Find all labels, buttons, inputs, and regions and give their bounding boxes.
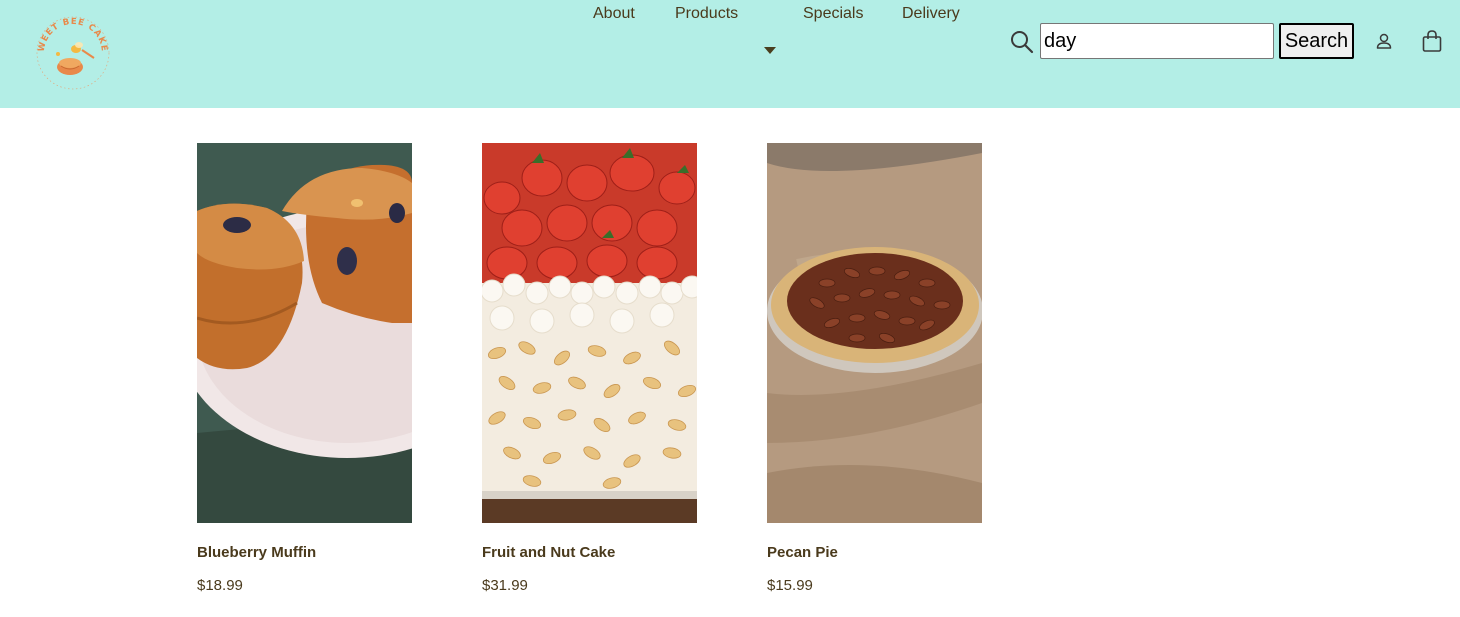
product-image-blueberry-muffin[interactable] — [197, 143, 412, 523]
product-name[interactable]: Pecan Pie — [767, 543, 982, 563]
product-price: $18.99 — [197, 577, 243, 594]
product-name[interactable]: Fruit and Nut Cake — [482, 543, 697, 563]
search-button[interactable]: Search — [1279, 23, 1354, 59]
nav-delivery[interactable]: Delivery — [902, 0, 960, 28]
product-card[interactable]: Blueberry Muffin $18.99 — [197, 143, 412, 596]
nav-specials[interactable]: Specials — [803, 0, 863, 28]
product-name[interactable]: Blueberry Muffin — [197, 543, 412, 563]
product-image-fruit-and-nut-cake[interactable] — [482, 143, 697, 523]
bee-cake-logo-icon: SWEET BEE CAKES — [30, 7, 110, 90]
chevron-down-icon[interactable] — [764, 47, 776, 54]
site-header: SWEET BEE CAKES About Products Specials … — [0, 0, 1460, 108]
shopping-bag-icon[interactable] — [1421, 29, 1443, 53]
nav-products[interactable]: Products — [675, 0, 738, 28]
product-card[interactable]: Pecan Pie $15.99 — [767, 143, 982, 596]
search-icon[interactable] — [1009, 29, 1035, 55]
svg-text:SWEET BEE CAKES: SWEET BEE CAKES — [34, 14, 109, 53]
product-image-pecan-pie[interactable] — [767, 143, 982, 523]
brand-logo[interactable]: SWEET BEE CAKES — [30, 7, 112, 92]
search-input[interactable] — [1040, 23, 1274, 59]
product-price: $31.99 — [482, 577, 528, 594]
product-card[interactable]: Fruit and Nut Cake $31.99 — [482, 143, 697, 596]
product-price: $15.99 — [767, 577, 813, 594]
nav-about[interactable]: About — [593, 0, 635, 28]
account-icon[interactable] — [1374, 31, 1394, 51]
